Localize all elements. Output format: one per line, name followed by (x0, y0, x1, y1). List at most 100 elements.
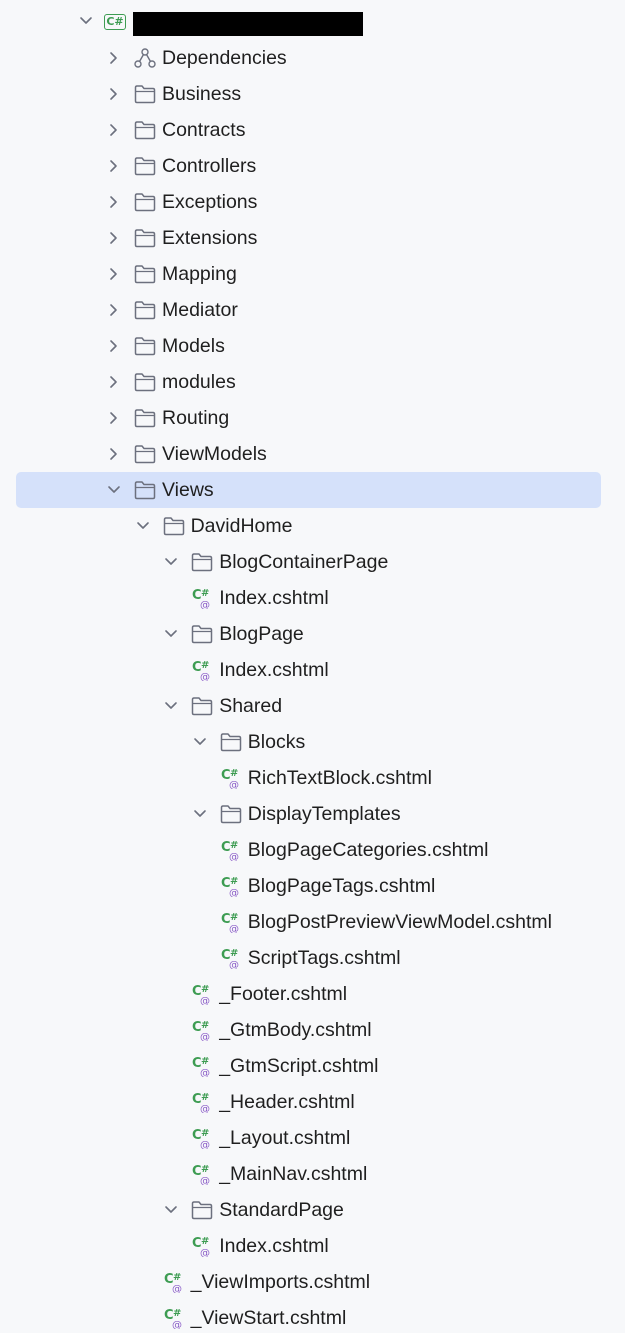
chevron-right-icon[interactable] (104, 444, 124, 464)
cshtml-file-icon: C #@ (192, 1056, 210, 1077)
file-row-footer-cshtml[interactable]: C # @ _Footer.cshtml (0, 976, 625, 1012)
chevron-right-icon[interactable] (104, 408, 124, 428)
chevron-right-icon[interactable] (104, 84, 124, 104)
cshtml-file-icon: C #@ (192, 588, 210, 609)
folder-name-label: Mapping (162, 263, 237, 285)
cshtml-file-icon: C #@ (164, 1308, 182, 1329)
svg-text:#: # (201, 1164, 209, 1175)
file-row-layout-cshtml[interactable]: C # @ _Layout.cshtml (0, 1120, 625, 1156)
chevron-right-icon[interactable] (104, 228, 124, 248)
svg-text:@: @ (229, 888, 239, 897)
file-row-viewimports-cshtml[interactable]: C # @ _ViewImports.cshtml (0, 1264, 625, 1300)
chevron-right-icon[interactable] (104, 192, 124, 212)
cshtml-file-icon: C #@ (192, 1020, 210, 1041)
folder-row-davidhome[interactable]: DavidHome (0, 508, 625, 544)
folder-icon (220, 733, 242, 752)
project-root-row[interactable]: C# (0, 3, 625, 39)
file-row-scripttags-cshtml[interactable]: C # @ ScriptTags.cshtml (0, 940, 625, 976)
svg-text:#: # (201, 1092, 209, 1103)
svg-text:#: # (230, 876, 238, 887)
file-row-header-cshtml[interactable]: C # @ _Header.cshtml (0, 1084, 625, 1120)
chevron-down-icon[interactable] (76, 11, 96, 31)
svg-text:@: @ (229, 780, 239, 789)
chevron-right-icon[interactable] (104, 300, 124, 320)
chevron-down-icon[interactable] (190, 804, 210, 824)
file-row-viewstart-cshtml[interactable]: C # @ _ViewStart.cshtml (0, 1300, 625, 1333)
svg-text:@: @ (200, 1068, 210, 1077)
folder-name-label: BlogPage (219, 623, 304, 645)
folder-icon (191, 1201, 213, 1220)
file-row-richtextblock-cshtml[interactable]: C # @ RichTextBlock.cshtml (0, 760, 625, 796)
chevron-down-icon[interactable] (161, 552, 181, 572)
file-row-blogpostpreviewviewmodel-cshtml[interactable]: C # @ BlogPostPreviewViewModel.cshtml (0, 904, 625, 940)
file-name-label: _Header.cshtml (219, 1091, 355, 1113)
folder-row-views[interactable]: Views (0, 472, 625, 508)
chevron-right-icon[interactable] (104, 264, 124, 284)
file-row-gtmscript-cshtml[interactable]: C # @ _GtmScript.cshtml (0, 1048, 625, 1084)
file-name-label: _GtmScript.cshtml (219, 1055, 379, 1077)
file-row-index-cshtml[interactable]: C # @ Index.cshtml (0, 652, 625, 688)
folder-row-blogcontainerpage[interactable]: BlogContainerPage (0, 544, 625, 580)
folder-row-extensions[interactable]: Extensions (0, 220, 625, 256)
file-row-mainnav-cshtml[interactable]: C # @ _MainNav.cshtml (0, 1156, 625, 1192)
file-row-blogpagecategories-cshtml[interactable]: C # @ BlogPageCategories.cshtml (0, 832, 625, 868)
chevron-down-icon[interactable] (104, 480, 124, 500)
cshtml-file-icon: C #@ (221, 840, 239, 861)
chevron-right-icon[interactable] (104, 156, 124, 176)
folder-row-models[interactable]: Models (0, 328, 625, 364)
file-row-index-cshtml[interactable]: C # @ Index.cshtml (0, 580, 625, 616)
file-row-blogpagetags-cshtml[interactable]: C # @ BlogPageTags.cshtml (0, 868, 625, 904)
folder-row-exceptions[interactable]: Exceptions (0, 184, 625, 220)
cshtml-file-icon: C #@ (221, 876, 239, 897)
chevron-right-icon[interactable] (104, 120, 124, 140)
folder-row-standardpage[interactable]: StandardPage (0, 1192, 625, 1228)
chevron-down-icon[interactable] (161, 696, 181, 716)
folder-icon (191, 625, 213, 644)
folder-icon (134, 445, 156, 464)
folder-name-label: Routing (162, 407, 230, 429)
folder-row-shared[interactable]: Shared (0, 688, 625, 724)
chevron-down-icon[interactable] (190, 732, 210, 752)
svg-text:#: # (201, 1128, 209, 1139)
file-name-label: _MainNav.cshtml (219, 1163, 368, 1185)
file-name-label: _GtmBody.cshtml (219, 1019, 372, 1041)
folder-row-controllers[interactable]: Controllers (0, 148, 625, 184)
chevron-right-icon[interactable] (104, 372, 124, 392)
chevron-right-icon[interactable] (104, 48, 124, 68)
folder-row-blocks[interactable]: Blocks (0, 724, 625, 760)
file-name-label: Index.cshtml (219, 1235, 329, 1257)
folder-name-label: DavidHome (190, 515, 293, 537)
cshtml-file-icon: C #@ (192, 984, 210, 1005)
chevron-right-icon[interactable] (104, 336, 124, 356)
svg-text:@: @ (200, 1248, 210, 1257)
cshtml-file-icon: C #@ (192, 1236, 210, 1257)
cshtml-file-icon: C #@ (221, 948, 239, 969)
folder-row-blogpage[interactable]: BlogPage (0, 616, 625, 652)
cshtml-file-icon: C #@ (192, 1092, 210, 1113)
cshtml-file-icon: C #@ (221, 912, 239, 933)
folder-row-viewmodels[interactable]: ViewModels (0, 436, 625, 472)
folder-row-routing[interactable]: Routing (0, 400, 625, 436)
file-name-label: _ViewStart.cshtml (190, 1307, 347, 1329)
folder-row-contracts[interactable]: Contracts (0, 112, 625, 148)
folder-row-modules[interactable]: modules (0, 364, 625, 400)
chevron-down-icon[interactable] (161, 1200, 181, 1220)
folder-icon (134, 409, 156, 428)
project-tree: C# Dependencies Business Contracts Controll… (0, 0, 625, 1333)
svg-text:#: # (201, 1020, 209, 1031)
folder-name-label: Shared (219, 695, 283, 717)
svg-text:@: @ (229, 924, 239, 933)
folder-row-dependencies[interactable]: Dependencies (0, 40, 625, 76)
svg-text:#: # (201, 660, 209, 671)
svg-text:@: @ (200, 1104, 210, 1113)
folder-row-mapping[interactable]: Mapping (0, 256, 625, 292)
folder-row-mediator[interactable]: Mediator (0, 292, 625, 328)
folder-row-displaytemplates[interactable]: DisplayTemplates (0, 796, 625, 832)
file-name-label: ScriptTags.cshtml (247, 947, 401, 969)
folder-row-business[interactable]: Business (0, 76, 625, 112)
folder-icon (134, 85, 156, 104)
file-row-index-cshtml[interactable]: C # @ Index.cshtml (0, 1228, 625, 1264)
chevron-down-icon[interactable] (161, 624, 181, 644)
chevron-down-icon[interactable] (133, 516, 153, 536)
file-row-gtmbody-cshtml[interactable]: C # @ _GtmBody.cshtml (0, 1012, 625, 1048)
